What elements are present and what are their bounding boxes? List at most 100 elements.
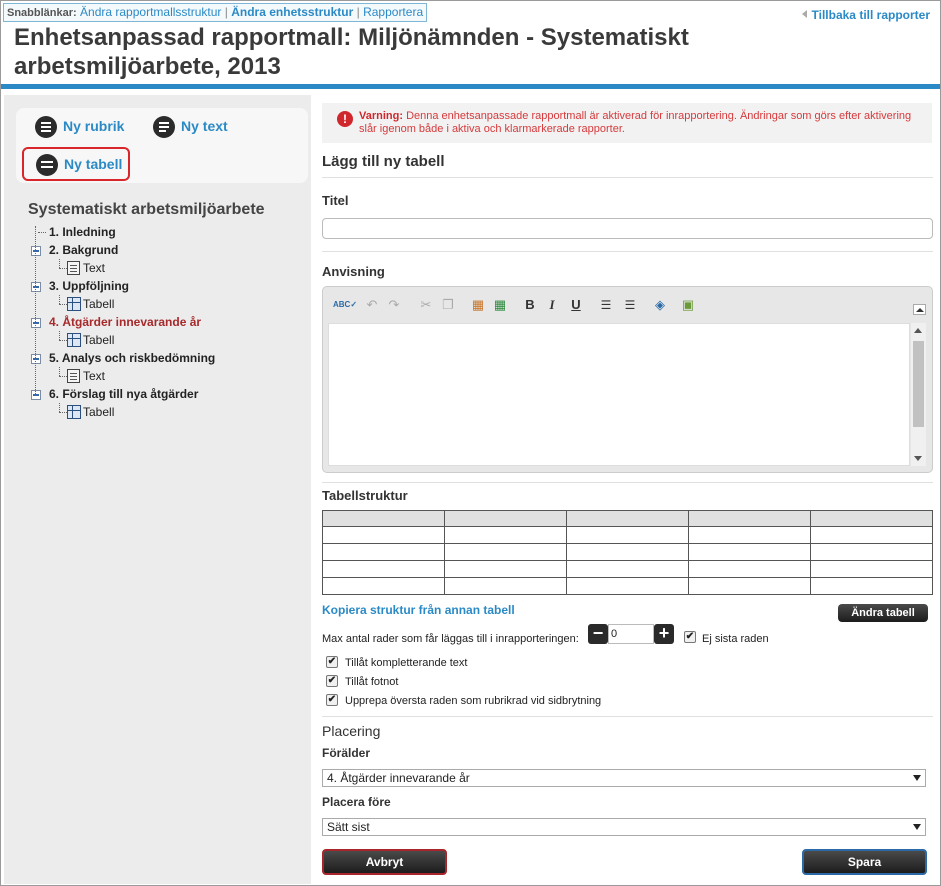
quicklinks-bar: Snabblänkar: Ändra rapportmallsstruktur … — [3, 3, 428, 22]
back-to-reports-link[interactable]: Tillbaka till rapporter — [801, 8, 930, 22]
change-table-button[interactable]: Ändra tabell — [838, 604, 928, 622]
decrement-button[interactable]: − — [588, 624, 608, 644]
scrollbar-thumb[interactable] — [913, 341, 924, 427]
text-lines-icon — [153, 116, 175, 139]
save-button[interactable]: Spara — [802, 849, 927, 875]
back-arrow-icon — [801, 10, 807, 18]
new-text-label: Ny text — [181, 118, 228, 134]
parent-select[interactable]: 4. Åtgärder innevarande år — [322, 769, 926, 787]
new-table-button[interactable]: Ny tabell — [22, 147, 131, 181]
table-icon — [36, 154, 58, 177]
max-rows-input[interactable]: 0 — [608, 624, 654, 644]
tree-connector — [59, 331, 60, 340]
tree-connector — [59, 367, 60, 376]
placement-heading: Placering — [322, 723, 381, 739]
tree-item-2[interactable]: 2. Bakgrund — [30, 241, 310, 259]
tree-title: Systematiskt arbetsmiljöarbete — [28, 201, 265, 218]
repeat-header-checkbox[interactable]: ✔ — [326, 694, 338, 706]
image-icon[interactable]: ▣ — [679, 295, 697, 315]
tree-item-4[interactable]: 4. Åtgärder innevarande år — [30, 313, 310, 331]
editor-scrollbar[interactable] — [911, 323, 926, 466]
allow-footnote-checkbox[interactable]: ✔ — [326, 675, 338, 687]
tree-item-label: 5. Analys och riskbedömning — [49, 351, 216, 365]
link-change-template-structure[interactable]: Ändra rapportmallsstruktur — [80, 5, 221, 19]
rich-text-editor: ABC✓ ↶ ↷ ✂ ❐ ▦ ▦ B I U ☰ ☰ ◈ ▣ — [322, 286, 933, 473]
new-heading-label: Ny rubrik — [63, 118, 125, 134]
collapse-icon[interactable] — [31, 282, 41, 292]
chevron-down-icon — [913, 824, 921, 830]
tree-item-3-table[interactable]: Tabell — [30, 295, 310, 313]
undo-icon[interactable]: ↶ — [363, 295, 381, 315]
text-document-icon — [67, 261, 80, 275]
tree-item-4-table[interactable]: Tabell — [30, 331, 310, 349]
tree-item-label: Text — [83, 369, 106, 383]
back-link-label: Tillbaka till rapporter — [811, 8, 930, 22]
tree-item-3[interactable]: 3. Uppföljning — [30, 277, 310, 295]
table-insert-icon[interactable]: ◈ — [651, 295, 669, 315]
collapse-icon[interactable] — [31, 246, 41, 256]
max-rows-label: Max antal rader som får läggas till i in… — [322, 633, 579, 645]
allow-footnote-label: Tillåt fotnot — [345, 676, 399, 688]
allow-extra-text-label: Tillåt kompletterande text — [345, 657, 468, 669]
parent-select-value: 4. Åtgärder innevarande år — [327, 771, 470, 785]
new-text-button[interactable]: Ny text — [153, 115, 228, 139]
tree-connector — [59, 412, 67, 413]
collapse-toolbar-icon[interactable] — [913, 304, 926, 315]
tree-item-label: 2. Bakgrund — [49, 243, 119, 257]
bullet-list-icon[interactable]: ☰ — [621, 295, 639, 315]
italic-icon[interactable]: I — [543, 295, 561, 315]
table-row — [322, 510, 933, 527]
link-report[interactable]: Rapportera — [363, 5, 423, 19]
scroll-up-icon[interactable] — [914, 328, 922, 333]
collapse-icon[interactable] — [31, 390, 41, 400]
repeat-header-label: Upprepa översta raden som rubrikrad vid … — [345, 695, 602, 707]
tree-item-label: Tabell — [83, 297, 115, 311]
tree-connector — [59, 340, 67, 341]
scroll-down-icon[interactable] — [914, 456, 922, 461]
title-input[interactable] — [322, 218, 933, 239]
tree-connector — [59, 403, 60, 412]
underline-icon[interactable]: U — [567, 295, 585, 315]
paste-word-icon[interactable]: ▦ — [469, 295, 487, 315]
tree-item-6[interactable]: 6. Förslag till nya åtgärder — [30, 385, 310, 403]
table-row — [322, 526, 933, 544]
spellcheck-icon[interactable]: ABC✓ — [333, 295, 357, 315]
copy-structure-link[interactable]: Kopiera struktur från annan tabell — [322, 603, 515, 617]
table-icon — [67, 297, 81, 311]
allow-extra-text-checkbox[interactable]: ✔ — [326, 656, 338, 668]
paste-excel-icon[interactable]: ▦ — [491, 295, 509, 315]
table-row — [322, 543, 933, 561]
collapse-icon[interactable] — [31, 318, 41, 328]
tree-item-2-text[interactable]: Text — [30, 259, 310, 277]
guidance-textarea[interactable] — [328, 323, 910, 466]
bold-icon[interactable]: B — [521, 295, 539, 315]
not-last-row-checkbox[interactable]: ✔ — [684, 631, 696, 643]
structure-label: Tabellstruktur — [322, 488, 408, 503]
cancel-button[interactable]: Avbryt — [322, 849, 447, 875]
tree-item-label: 4. Åtgärder innevarande år — [49, 315, 202, 329]
new-heading-button[interactable]: Ny rubrik — [35, 115, 125, 139]
copy-icon[interactable]: ❐ — [439, 295, 457, 315]
table-structure-preview — [322, 510, 933, 595]
tree-item-6-table[interactable]: Tabell — [30, 403, 310, 421]
redo-icon[interactable]: ↷ — [385, 295, 403, 315]
increment-button[interactable]: + — [654, 624, 674, 644]
tree-item-5-text[interactable]: Text — [30, 367, 310, 385]
warning-text: Denna enhetsanpassade rapportmall är akt… — [359, 110, 912, 135]
place-before-label: Placera före — [322, 795, 391, 809]
guidance-label: Anvisning — [322, 264, 385, 279]
place-before-select[interactable]: Sätt sist — [322, 818, 926, 836]
tree-item-label: 1. Inledning — [49, 225, 116, 239]
tree-item-5[interactable]: 5. Analys och riskbedömning — [30, 349, 310, 367]
title-label: Titel — [322, 193, 349, 208]
tree-connector — [59, 268, 67, 269]
tree-item-1[interactable]: 1. Inledning — [30, 223, 310, 241]
table-row — [322, 560, 933, 578]
numbered-list-icon[interactable]: ☰ — [597, 295, 615, 315]
table-row — [322, 577, 933, 595]
cut-icon[interactable]: ✂ — [417, 295, 435, 315]
collapse-icon[interactable] — [31, 354, 41, 364]
chevron-down-icon — [913, 775, 921, 781]
link-change-unit-structure[interactable]: Ändra enhetsstruktur — [231, 5, 353, 19]
tree-item-label: Tabell — [83, 405, 115, 419]
